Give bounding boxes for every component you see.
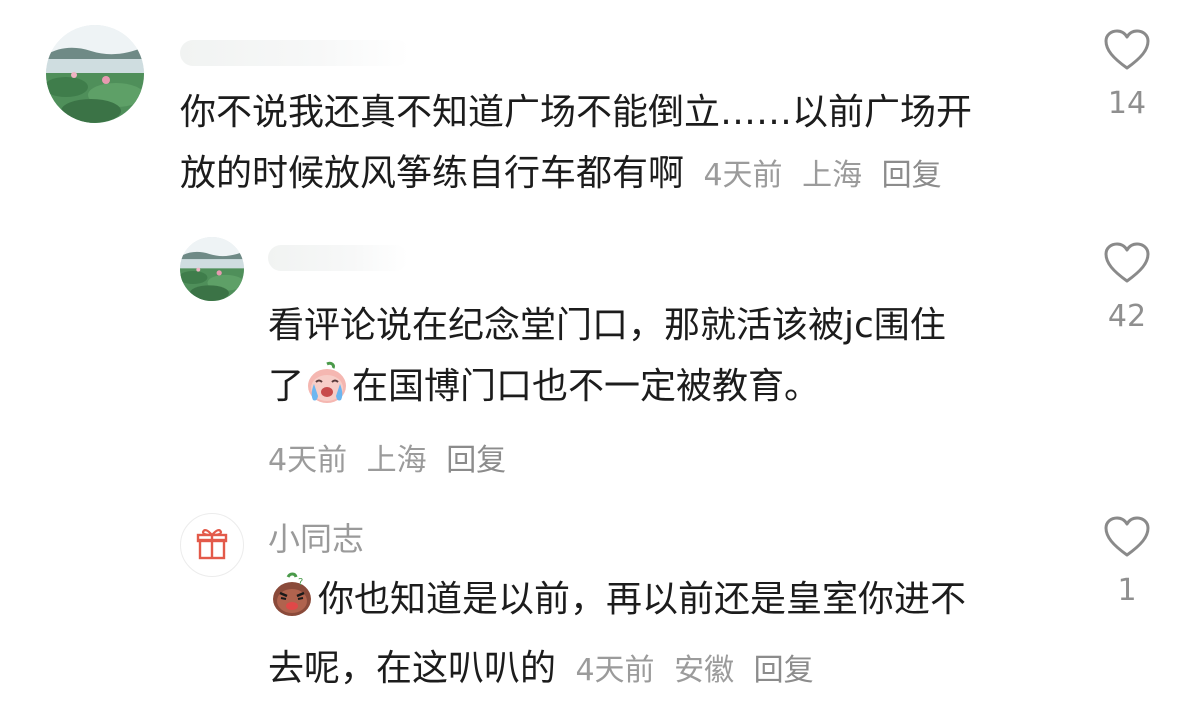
comment-location: 安徽	[674, 653, 735, 688]
avatar[interactable]	[180, 237, 244, 301]
comment-meta: 4天前 安徽 回复	[575, 653, 823, 688]
comment-line-text: 放的时候放风筝练自行车都有啊	[180, 153, 685, 194]
like-button[interactable]: 42	[1087, 241, 1167, 335]
comment-time: 4天前	[703, 158, 783, 193]
comment-text: 你不说我还真不知道广场不能倒立……以前广场开 放的时候放风筝练自行车都有啊 4天…	[180, 82, 1060, 206]
like-count: 42	[1107, 299, 1147, 334]
comment-line: ? 你也知道是以前，再以前还是皇室你进不	[268, 569, 1068, 638]
username-blurred	[268, 245, 408, 271]
reply-button[interactable]: 回复	[446, 443, 506, 478]
heart-icon	[1104, 242, 1150, 283]
comment-line-text: 去呢，在这叭叭的	[268, 648, 557, 689]
svg-text:?: ?	[298, 577, 303, 588]
comment-line: 你不说我还真不知道广场不能倒立……以前广场开	[180, 92, 973, 133]
comment-time: 4天前	[575, 653, 655, 688]
comment-location: 上海	[802, 158, 863, 193]
username[interactable]: 小同志	[268, 519, 364, 559]
reply-button[interactable]: 回复	[754, 653, 814, 688]
reply-item: 看评论说在纪念堂门口，那就活该被jc围住 了 在国博门口也不一定被教育。 4天前…	[0, 225, 1200, 495]
like-count: 1	[1117, 573, 1137, 608]
comment-line: 放的时候放风筝练自行车都有啊 4天前 上海 回复	[180, 143, 1060, 206]
comment-location: 上海	[366, 443, 427, 478]
lotus-pond-avatar-icon	[46, 25, 144, 123]
avatar[interactable]	[180, 513, 244, 577]
reply-button[interactable]: 回复	[882, 158, 942, 193]
avatar[interactable]	[46, 25, 144, 123]
comment-meta: 4天前 上海 回复	[268, 425, 1068, 497]
angry-bean-emoji-icon: ?	[268, 571, 316, 638]
lotus-pond-avatar-icon	[180, 237, 244, 301]
heart-icon	[1104, 516, 1150, 557]
comment-line-text: 你也知道是以前，再以前还是皇室你进不	[318, 579, 967, 620]
comment-item: 你不说我还真不知道广场不能倒立……以前广场开 放的时候放风筝练自行车都有啊 4天…	[0, 0, 1200, 210]
comment-line: 看评论说在纪念堂门口，那就活该被jc围住	[268, 305, 946, 346]
comment-text: 看评论说在纪念堂门口，那就活该被jc围住 了 在国博门口也不一定被教育。 4天前…	[268, 295, 1068, 497]
crying-peach-emoji-icon	[304, 360, 350, 425]
comment-time: 4天前	[268, 443, 348, 478]
reply-item: 小同志 ? 你也知道是以前，再以前还是皇室你进不 去呢，在这叭叭的 4天前 安徽…	[0, 505, 1200, 711]
like-button[interactable]: 14	[1087, 28, 1167, 122]
comment-line: 了 在国博门口也不一定被教育。	[268, 356, 1068, 425]
comment-line: 去呢，在这叭叭的 4天前 安徽 回复	[268, 638, 1068, 701]
comment-line-text: 了	[268, 366, 305, 407]
username-blurred	[180, 40, 410, 66]
gift-icon	[196, 528, 228, 560]
comment-line-text: 在国博门口也不一定被教育。	[352, 366, 821, 407]
like-count: 14	[1107, 86, 1147, 121]
comment-text: ? 你也知道是以前，再以前还是皇室你进不 去呢，在这叭叭的 4天前 安徽 回复	[268, 569, 1068, 701]
like-button[interactable]: 1	[1087, 515, 1167, 609]
heart-icon	[1104, 29, 1150, 70]
comment-meta: 4天前 上海 回复	[703, 158, 951, 193]
